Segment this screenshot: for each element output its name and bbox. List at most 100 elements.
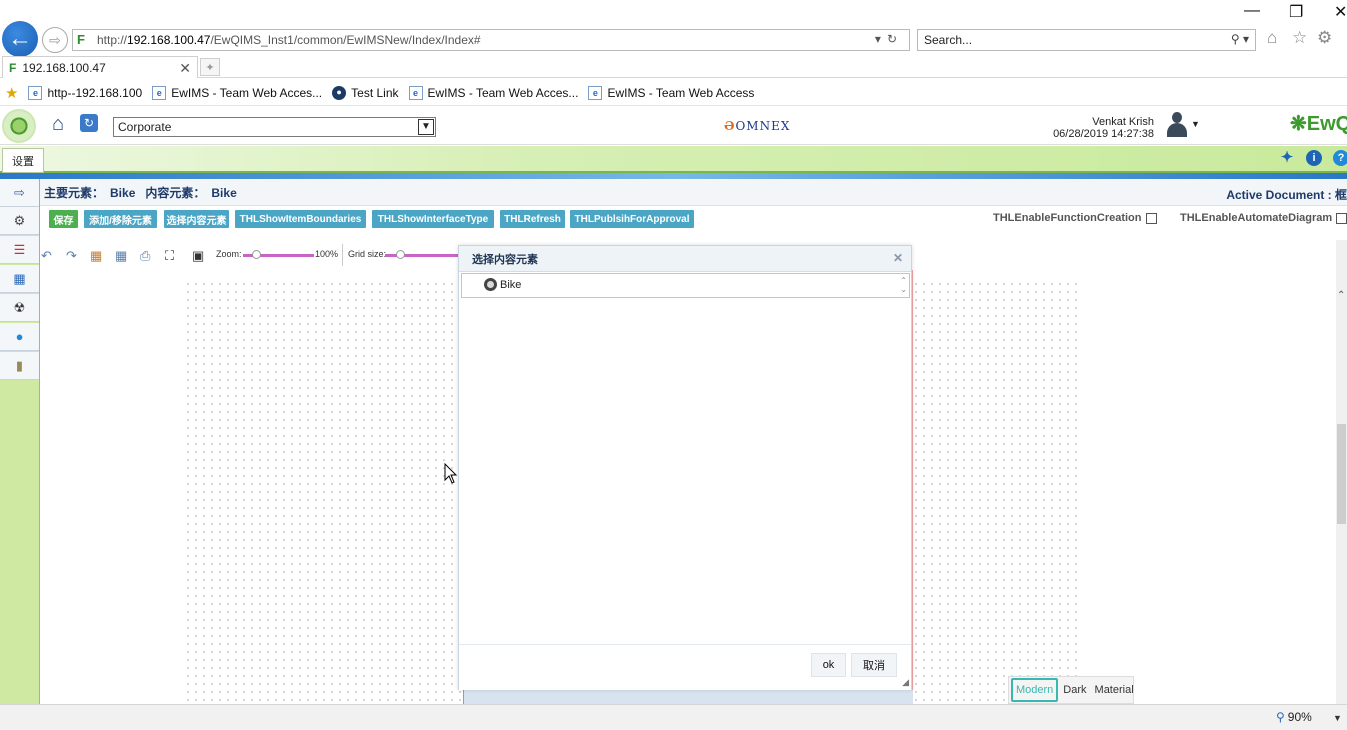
zoom-slider-handle[interactable] [252,250,261,259]
home-icon[interactable]: ⌂ [52,113,64,136]
theme-material[interactable]: Material [1092,680,1137,700]
favorite-link[interactable]: e EwIMS - Team Web Acces... [152,85,323,100]
layers-icon[interactable]: ☰ [0,236,39,264]
left-sidebar: ⇨ ⚙ ☰ ▦ ☢ ● ▮ [0,179,40,704]
app-header: ⌂ ↻ Corporate ▼ ƏOMNEX Venkat Krish 06/2… [0,107,1347,145]
user-name: Venkat Krish [1092,116,1154,128]
show-item-boundaries-button[interactable]: THLShowItemBoundaries [235,210,366,228]
pin-icon[interactable]: ✦ [1279,150,1295,166]
vertical-scrollbar[interactable]: ⌃ [1336,240,1347,704]
menu-tab-settings[interactable]: 设置 [2,148,44,173]
app-logo-icon[interactable] [2,109,36,143]
diagram-action-bar: 保存 添加/移除元素 选择内容元素 THLShowItemBoundaries … [40,206,1347,232]
refresh-icon[interactable]: ↻ [80,114,98,132]
browser-search-input[interactable]: Search... ⚲ ▾ [917,29,1256,51]
tab-title: 192.168.100.47 [22,60,106,75]
checkbox-box[interactable] [1145,212,1157,224]
testlink-icon: ● [332,85,347,100]
ie-page-icon: e [28,85,43,100]
print-icon[interactable]: ⎙ [140,248,150,264]
user-avatar-icon[interactable] [1166,111,1188,137]
fit-screen-icon[interactable]: ⛶ [165,248,174,264]
redo-icon[interactable]: ↷ [66,248,77,264]
theme-modern[interactable]: Modern [1011,678,1059,702]
theme-dark[interactable]: Dark [1060,680,1089,700]
organization-select-value: Corporate [118,120,172,134]
list-spinner-icon[interactable]: ⌃ ⌄ [900,276,907,294]
back-arrow-icon[interactable]: ← [2,21,38,57]
tools-gear-icon[interactable]: ⚙ [1317,28,1332,48]
restore-icon[interactable]: ❐ [1289,2,1303,22]
favorite-label: EwIMS - Team Web Acces... [427,85,579,100]
forward-arrow-icon[interactable]: ⇨ [42,27,68,53]
favorite-link[interactable]: e http--192.168.100 [28,85,142,100]
zoom-dropdown-icon[interactable]: ▼ [1333,713,1342,723]
scrollbar-thumb[interactable] [1337,424,1346,524]
grid-size-slider-handle[interactable] [396,250,405,259]
close-window-icon[interactable]: ✕ [1334,2,1347,22]
brand-logo-text: EwQ [1306,113,1347,135]
minimize-icon[interactable]: — [1244,2,1260,20]
save-button[interactable]: 保存 [49,210,78,228]
refresh-button[interactable]: THLRefresh [500,210,565,228]
user-menu-caret-icon[interactable]: ▼ [1191,119,1200,129]
favorite-link[interactable]: e EwIMS - Team Web Acces... [408,85,579,100]
dialog-header: 选择内容元素 ✕ [459,246,911,272]
resize-grip-icon[interactable]: ◢ [902,677,909,688]
ie-page-icon: e [152,85,167,100]
collapse-panel-icon[interactable]: ⇨ [0,179,39,207]
main-element-value: Bike [110,185,136,200]
favorite-link[interactable]: e EwIMS - Team Web Access [588,85,754,100]
cancel-button[interactable]: 取消 [851,653,897,677]
enable-function-creation-checkbox[interactable]: THLEnableFunctionCreation [993,212,1157,224]
export-png-icon[interactable]: ▦ [115,248,127,264]
favorites-star-icon[interactable]: ☆ [1292,28,1307,48]
add-remove-element-button[interactable]: 添加/移除元素 [84,210,157,228]
diagram-tools-bar: ↶ ↷ ▦ ▦ ⎙ ⛶ ▣ Zoom: 100% Grid size: [40,240,460,268]
show-interface-type-button[interactable]: THLShowInterfaceType [372,210,494,228]
zoom-magnifier-icon: ⚲ [1276,710,1285,724]
padlock-icon[interactable]: ▮ [0,352,39,380]
chevron-down-icon[interactable]: ▼ [418,119,434,135]
favorite-link[interactable]: ● Test Link [332,85,399,100]
active-document-label: Active Document : 框 [1226,188,1347,202]
header-divider [0,173,1347,179]
new-tab-icon[interactable]: ✦ [200,58,220,76]
table-icon[interactable]: ▦ [0,265,39,293]
list-item[interactable]: Bike [484,278,521,291]
info-icon[interactable]: i [1306,150,1322,166]
content-element-list[interactable]: Bike ⌃ ⌄ [461,273,910,298]
browser-zoom[interactable]: ⚲ 90% [1276,710,1312,724]
diagram-shape-strip [463,690,913,704]
home-icon[interactable]: ⌂ [1267,28,1277,48]
address-bar[interactable]: F http://192.168.100.47/EwQIMS_Inst1/com… [72,29,910,51]
element-gear-icon [484,278,497,291]
organization-select[interactable]: Corporate ▼ [113,117,436,137]
browser-status-bar: ⚲ 90% ▼ [0,704,1347,730]
ok-button[interactable]: ok [811,653,846,677]
content-element-value: Bike [211,185,237,200]
browser-tab[interactable]: F 192.168.100.47 ✕ [2,56,198,78]
address-dropdown-refresh-icon[interactable]: ▾↻ [875,32,903,46]
settings-gear-icon[interactable]: ⚙ [0,207,39,235]
add-favorite-star-icon[interactable]: ★ [5,84,18,102]
scroll-up-icon[interactable]: ⌃ [1337,290,1345,301]
content-element-label: 内容元素： [145,186,206,200]
export-svg-icon[interactable]: ▦ [90,248,102,264]
publish-for-approval-button[interactable]: THLPublsihForApproval [570,210,694,228]
theme-switcher: Modern Dark Material [1008,676,1134,704]
help-icon[interactable]: ? [1333,150,1347,166]
select-content-element-button[interactable]: 选择内容元素 [164,210,229,228]
lock-icon[interactable]: ● [0,323,39,351]
enable-automate-diagram-label: THLEnableAutomateDiagram [1180,212,1333,224]
search-icon[interactable]: ⚲ ▾ [1231,32,1249,46]
close-icon[interactable]: ✕ [893,251,903,265]
fullscreen-icon[interactable]: ▣ [192,248,204,264]
canvas-edge [912,270,913,704]
undo-icon[interactable]: ↶ [41,248,52,264]
enable-automate-diagram-checkbox[interactable]: THLEnableAutomateDiagram [1180,212,1347,224]
radiation-icon[interactable]: ☢ [0,294,39,322]
tab-close-icon[interactable]: ✕ [179,60,191,77]
checkbox-box[interactable] [1336,212,1347,224]
favorite-label: EwIMS - Team Web Acces... [171,85,323,100]
